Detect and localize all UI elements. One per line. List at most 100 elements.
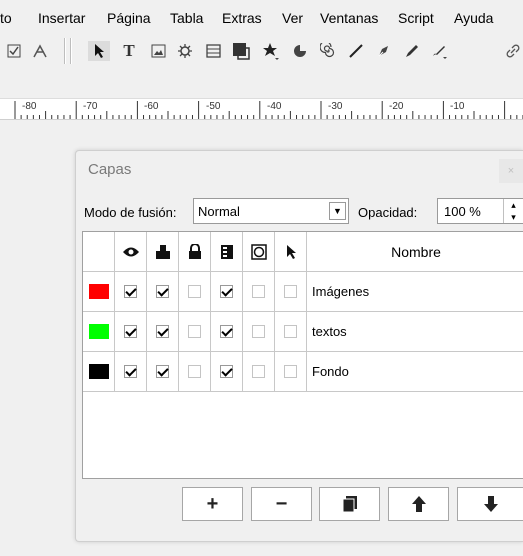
shape-icon[interactable]: [231, 41, 251, 61]
outline-checkbox-cell: [243, 272, 275, 311]
select-icon[interactable]: [275, 232, 307, 271]
duplicate-icon: [342, 496, 357, 512]
ruler-ticks: [14, 101, 523, 119]
lock-icon[interactable]: [179, 232, 211, 271]
visible-checkbox-cell: [115, 312, 147, 351]
layer-name[interactable]: Fondo: [307, 352, 523, 391]
lock-checkbox[interactable]: [188, 325, 201, 338]
print-checkbox-cell: [147, 312, 179, 351]
outline-checkbox-cell: [243, 352, 275, 391]
layer-row[interactable]: Imágenes: [83, 272, 523, 312]
menu-item-script[interactable]: Script: [398, 10, 434, 26]
menu-item-ventanas[interactable]: Ventanas: [320, 10, 378, 26]
layers-panel: Capas × Modo de fusión: Normal ▼ Opacida…: [75, 150, 523, 542]
layer-color-swatch: [88, 364, 109, 379]
print-icon[interactable]: [147, 232, 179, 271]
arc-icon[interactable]: [290, 41, 310, 61]
pdf-icon[interactable]: [30, 41, 50, 61]
blend-mode-value: Normal: [198, 204, 240, 219]
menu-item-insertar[interactable]: Insertar: [38, 10, 85, 26]
layer-color-cell[interactable]: [83, 352, 115, 391]
menu-item-ayuda[interactable]: Ayuda: [454, 10, 493, 26]
print-checkbox[interactable]: [156, 325, 169, 338]
outline-icon[interactable]: [243, 232, 275, 271]
ruler-label: -40: [267, 101, 282, 112]
print-checkbox[interactable]: [156, 365, 169, 378]
opacity-spinbox[interactable]: 100 % ▴ ▾: [437, 198, 523, 224]
outline-checkbox[interactable]: [252, 365, 265, 378]
layer-color-cell[interactable]: [83, 272, 115, 311]
visible-checkbox[interactable]: [124, 365, 137, 378]
link-icon[interactable]: [503, 41, 523, 61]
arrow-up-icon: [411, 496, 426, 512]
gear-icon[interactable]: [175, 41, 195, 61]
add-layer-button[interactable]: +: [182, 487, 243, 521]
blend-mode-select[interactable]: Normal ▼: [193, 198, 349, 224]
lock-checkbox-cell: [179, 352, 211, 391]
spin-down-icon[interactable]: ▾: [504, 211, 523, 223]
visible-checkbox[interactable]: [124, 325, 137, 338]
print-checkbox-cell: [147, 272, 179, 311]
layer-row[interactable]: textos: [83, 312, 523, 352]
pencil-icon[interactable]: [402, 41, 422, 61]
print-checkbox[interactable]: [156, 285, 169, 298]
menu-item-ver[interactable]: Ver: [282, 10, 303, 26]
table-icon[interactable]: [203, 41, 223, 61]
ruler-label: -70: [83, 101, 98, 112]
spin-up-icon[interactable]: ▴: [504, 199, 523, 211]
duplicate-layer-button[interactable]: [319, 487, 380, 521]
layer-row[interactable]: Fondo: [83, 352, 523, 392]
blend-mode-label: Modo de fusión:: [84, 205, 177, 220]
raise-layer-button[interactable]: [388, 487, 449, 521]
flow-checkbox[interactable]: [220, 325, 233, 338]
select-checkbox-cell: [275, 272, 307, 311]
opacity-value: 100 %: [444, 204, 481, 219]
layer-color-swatch: [88, 284, 109, 299]
toolbar-separator: [64, 38, 66, 64]
remove-layer-button[interactable]: −: [251, 487, 312, 521]
select-checkbox[interactable]: [284, 365, 297, 378]
checkbox-icon[interactable]: [4, 41, 24, 61]
pointer-icon[interactable]: [88, 41, 110, 61]
ruler-label: -80: [22, 101, 37, 112]
layer-color-cell[interactable]: [83, 312, 115, 351]
menu-item-extras[interactable]: Extras: [222, 10, 262, 26]
visible-checkbox[interactable]: [124, 285, 137, 298]
text-icon[interactable]: T: [119, 41, 139, 61]
menu-bar: to Insertar Página Tabla Extras Ver Vent…: [0, 0, 523, 34]
layer-name[interactable]: Imágenes: [307, 272, 523, 311]
horizontal-ruler: -80 -70 -60 -50 -40 -30 -20 -10: [0, 98, 523, 120]
outline-checkbox[interactable]: [252, 285, 265, 298]
select-checkbox[interactable]: [284, 325, 297, 338]
select-checkbox[interactable]: [284, 285, 297, 298]
close-icon[interactable]: ×: [499, 159, 523, 183]
menu-item-archivo[interactable]: to: [0, 10, 12, 26]
visible-checkbox-cell: [115, 352, 147, 391]
layers-table: Nombre Imágenes textos Fondo: [82, 231, 523, 479]
visible-checkbox-cell: [115, 272, 147, 311]
lock-checkbox[interactable]: [188, 365, 201, 378]
flow-checkbox-cell: [211, 352, 243, 391]
chevron-down-icon[interactable]: ▼: [329, 202, 346, 220]
star-icon[interactable]: [261, 41, 281, 61]
menu-item-tabla[interactable]: Tabla: [170, 10, 203, 26]
arrow-down-icon: [484, 496, 498, 512]
brush-icon[interactable]: [430, 41, 450, 61]
flow-icon[interactable]: [211, 232, 243, 271]
layer-name[interactable]: textos: [307, 312, 523, 351]
spiral-icon[interactable]: [318, 41, 338, 61]
eye-icon[interactable]: [115, 232, 147, 271]
opacity-spinner[interactable]: ▴ ▾: [503, 199, 523, 223]
menu-item-pagina[interactable]: Página: [107, 10, 151, 26]
pen-icon[interactable]: [374, 41, 394, 61]
lower-layer-button[interactable]: [457, 487, 523, 521]
flow-checkbox[interactable]: [220, 285, 233, 298]
flow-checkbox[interactable]: [220, 365, 233, 378]
image-icon[interactable]: [148, 41, 168, 61]
line-icon[interactable]: [346, 41, 366, 61]
outline-checkbox[interactable]: [252, 325, 265, 338]
header-name[interactable]: Nombre: [307, 232, 523, 271]
flow-checkbox-cell: [211, 312, 243, 351]
lock-checkbox[interactable]: [188, 285, 201, 298]
flow-checkbox-cell: [211, 272, 243, 311]
